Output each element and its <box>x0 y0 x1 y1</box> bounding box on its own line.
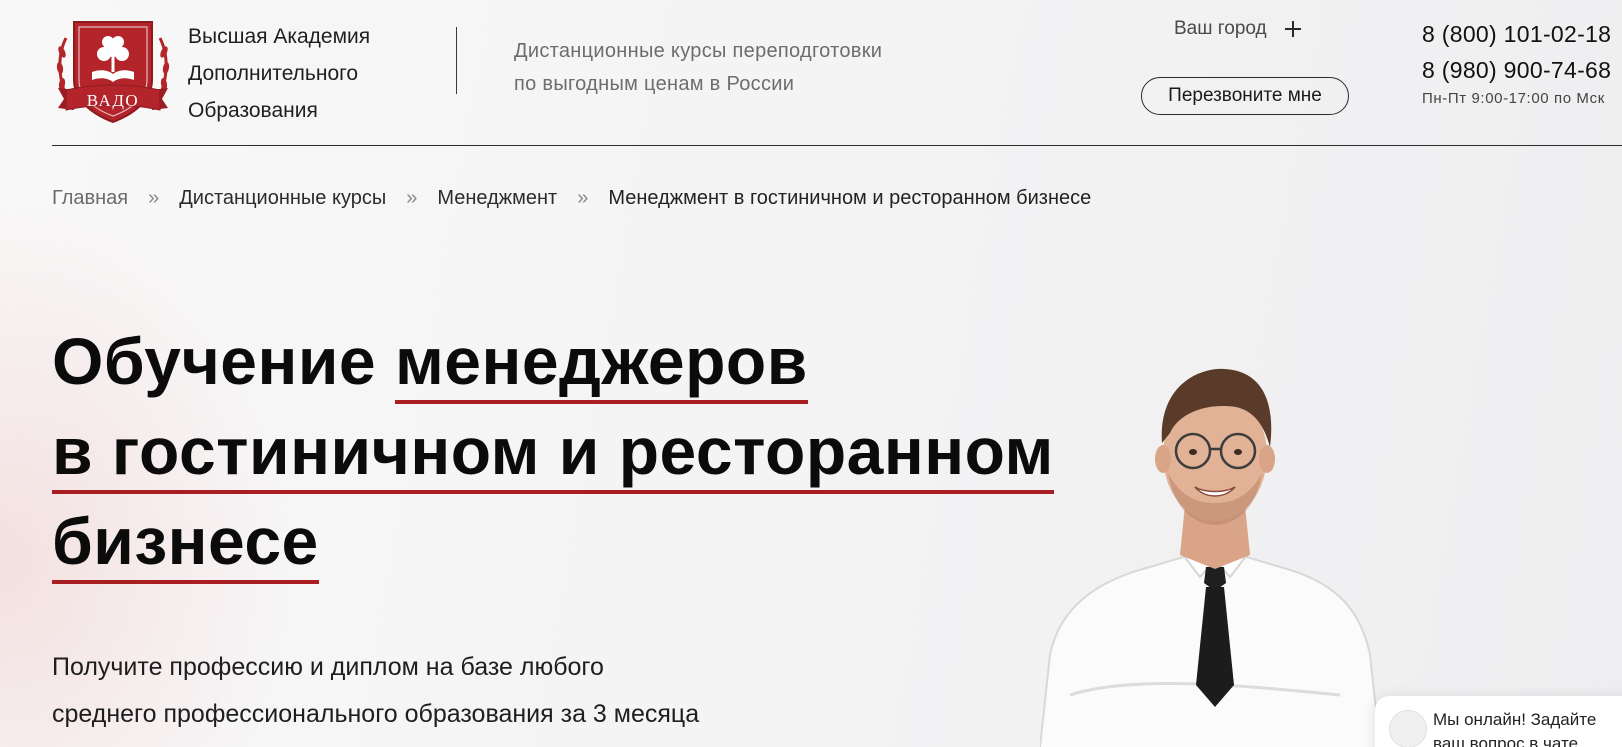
academy-logo[interactable]: ВАДО <box>52 18 174 124</box>
chat-avatar-icon <box>1389 710 1427 747</box>
title-line-3: бизнесе <box>52 496 1054 586</box>
org-name-line-2: Дополнительного <box>188 62 359 85</box>
breadcrumb-distance-courses[interactable]: Дистанционные курсы <box>179 187 386 210</box>
online-chat-widget[interactable]: Мы онлайн! Задайте ваш вопрос в чате <box>1375 696 1622 747</box>
org-name-line-3: Образования <box>188 99 318 122</box>
subtitle-line-2: среднего профессионального образования з… <box>52 700 700 728</box>
title-highlight-managers: менеджеров <box>394 324 808 404</box>
chat-message: Мы онлайн! Задайте ваш вопрос в чате <box>1433 708 1596 747</box>
contact-phones: 8 (800) 101-02-18 8 (980) 900-74-68 Пн-П… <box>1422 16 1622 107</box>
title-highlight-business: бизнесе <box>52 504 319 584</box>
subtitle-line-1: Получите профессию и диплом на базе любо… <box>52 653 604 681</box>
phone-link-1[interactable]: 8 (800) 101-02-18 <box>1422 16 1622 52</box>
hero-subtitle: Получите профессию и диплом на базе любо… <box>52 644 699 738</box>
logo-text: ВАДО <box>87 91 139 110</box>
breadcrumb-separator: » <box>577 187 589 209</box>
title-plain: Обучение <box>52 324 395 398</box>
plus-icon[interactable] <box>1284 21 1301 37</box>
title-line-2: в гостиничном и ресторанном <box>52 406 1054 496</box>
breadcrumb: Главная » Дистанционные курсы » Менеджме… <box>52 187 1091 210</box>
breadcrumb-management[interactable]: Менеджмент <box>437 187 557 210</box>
phone-link-2[interactable]: 8 (980) 900-74-68 <box>1422 52 1622 88</box>
city-label: Ваш город <box>1174 18 1267 39</box>
header-divider <box>52 145 1622 146</box>
tagline-line-2: по выгодным ценам в России <box>514 73 795 95</box>
callback-button[interactable]: Перезвоните мне <box>1141 77 1349 115</box>
chat-line-1: Мы онлайн! Задайте <box>1433 710 1597 729</box>
breadcrumb-separator: » <box>406 187 418 209</box>
hero-person-image <box>1039 355 1390 747</box>
city-selector[interactable]: Ваш город <box>1174 18 1301 40</box>
organization-name: Высшая Академия Дополнительного Образова… <box>188 18 370 129</box>
page-title: Обучение менеджеров в гостиничном и рест… <box>52 316 1054 586</box>
title-line-1: Обучение менеджеров <box>52 316 1054 406</box>
chat-line-2: ваш вопрос в чате <box>1433 734 1579 747</box>
title-highlight-hotel-restaurant: в гостиничном и ресторанном <box>52 414 1054 494</box>
breadcrumb-separator: » <box>148 187 160 209</box>
breadcrumb-home[interactable]: Главная <box>52 187 128 210</box>
academy-crest-icon: ВАДО <box>56 21 170 124</box>
breadcrumb-current: Менеджмент в гостиничном и ресторанном б… <box>608 187 1092 209</box>
working-hours: Пн-Пт 9:00-17:00 по Мск <box>1422 90 1605 107</box>
site-tagline: Дистанционные курсы переподготовки по вы… <box>514 35 882 101</box>
header-vertical-divider <box>456 27 457 94</box>
tagline-line-1: Дистанционные курсы переподготовки <box>514 40 883 62</box>
org-name-line-1: Высшая Академия <box>188 25 371 48</box>
